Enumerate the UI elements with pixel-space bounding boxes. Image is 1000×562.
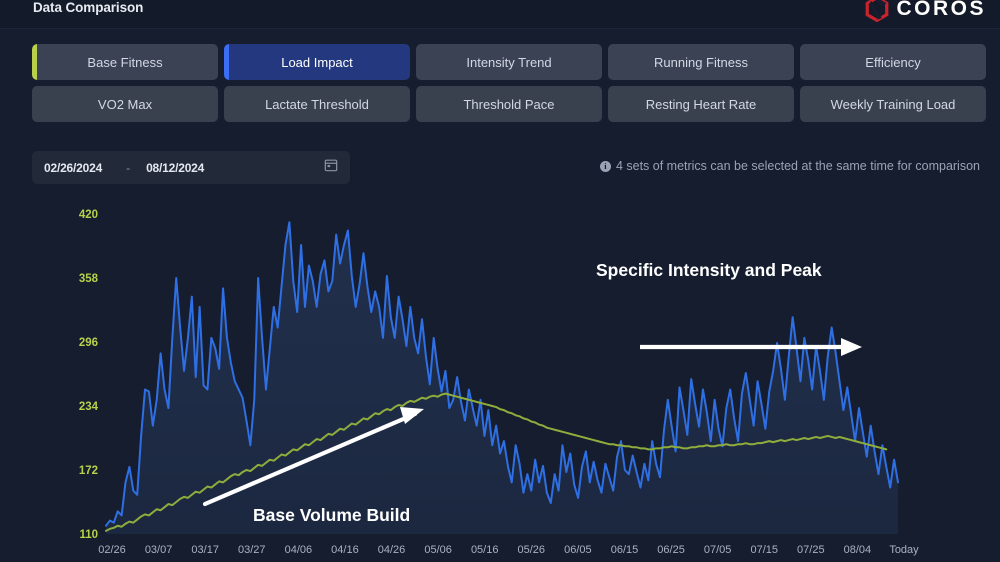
y-axis-ticks: 420 358 296 234 172 110 — [79, 209, 99, 541]
x-axis-tick: 05/16 — [471, 544, 499, 556]
metric-button-running-fitness[interactable]: Running Fitness — [608, 44, 794, 80]
app-header: Data Comparison COROS — [0, 0, 1000, 29]
metric-button-weekly-training-load[interactable]: Weekly Training Load — [800, 86, 986, 122]
x-axis-tick: 06/15 — [611, 544, 639, 556]
y-axis-tick: 296 — [79, 337, 98, 349]
selection-hint: i 4 sets of metrics can be selected at t… — [599, 159, 980, 173]
x-axis-tick: 06/05 — [564, 544, 592, 556]
page-title: Data Comparison — [33, 0, 144, 15]
metric-button-efficiency[interactable]: Efficiency — [800, 44, 986, 80]
metric-label: Running Fitness — [654, 54, 748, 70]
metric-label: Weekly Training Load — [830, 96, 956, 112]
brand-logo: COROS — [864, 0, 986, 22]
x-axis-tick: 08/04 — [844, 544, 872, 556]
x-axis-tick: 07/05 — [704, 544, 732, 556]
x-axis-tick: 02/26 — [98, 544, 126, 556]
y-axis-tick: 110 — [79, 529, 98, 541]
brand-name: COROS — [896, 0, 986, 20]
x-axis-tick: Today — [889, 544, 919, 556]
date-and-hint-row: 02/26/2024 - 08/12/2024 i 4 sets of metr… — [32, 151, 980, 184]
metric-button-intensity-trend[interactable]: Intensity Trend — [416, 44, 602, 80]
metric-label: Lactate Threshold — [265, 96, 369, 112]
metric-selector-grid: Base Fitness Load Impact Intensity Trend… — [32, 44, 988, 122]
metric-button-load-impact[interactable]: Load Impact — [224, 44, 410, 80]
y-axis-tick: 172 — [79, 465, 98, 477]
comparison-chart[interactable]: 420 358 296 234 172 110 02/26 03/07 03/17 03/27 0… — [0, 196, 1000, 562]
date-separator: - — [126, 160, 131, 175]
x-axis-tick: 04/16 — [331, 544, 359, 556]
x-axis-tick: 03/07 — [145, 544, 173, 556]
x-axis-tick: 05/06 — [424, 544, 452, 556]
metric-button-lactate-threshold[interactable]: Lactate Threshold — [224, 86, 410, 122]
accent-bar — [224, 44, 229, 80]
coros-hexagon-icon — [866, 0, 889, 22]
metric-label: Base Fitness — [87, 54, 163, 70]
metric-button-vo2-max[interactable]: VO2 Max — [32, 86, 218, 122]
x-axis-ticks: 02/26 03/07 03/17 03/27 04/06 04/16 04/26 05/06… — [98, 544, 919, 556]
date-start-value[interactable]: 02/26/2024 — [44, 161, 102, 175]
annotation-label: Base Volume Build — [253, 505, 410, 525]
x-axis-tick: 07/25 — [797, 544, 825, 556]
x-axis-tick: 03/17 — [191, 544, 219, 556]
metric-label: Efficiency — [865, 54, 921, 70]
annotation-label: Specific Intensity and Peak — [596, 260, 822, 280]
accent-bar — [32, 44, 37, 80]
metric-label: Resting Heart Rate — [645, 96, 757, 112]
info-icon: i — [599, 160, 611, 172]
metric-label: Threshold Pace — [463, 96, 555, 112]
calendar-icon[interactable] — [324, 158, 338, 177]
x-axis-tick: 04/26 — [378, 544, 406, 556]
y-axis-tick: 420 — [79, 209, 98, 221]
metric-label: Load Impact — [281, 54, 353, 70]
metric-button-threshold-pace[interactable]: Threshold Pace — [416, 86, 602, 122]
x-axis-tick: 06/25 — [657, 544, 685, 556]
y-axis-tick: 358 — [79, 273, 99, 285]
header-divider — [0, 28, 1000, 29]
metric-button-resting-heart-rate[interactable]: Resting Heart Rate — [608, 86, 794, 122]
x-axis-tick: 03/27 — [238, 544, 266, 556]
date-range-picker[interactable]: 02/26/2024 - 08/12/2024 — [32, 151, 350, 184]
x-axis-tick: 07/15 — [750, 544, 778, 556]
x-axis-tick: 04/06 — [285, 544, 313, 556]
chart-canvas[interactable]: 420358296234172110 02/26 03/07 03/17 03/27 0… — [0, 196, 1000, 562]
hint-text: 4 sets of metrics can be selected at the… — [615, 159, 980, 173]
metric-label: Intensity Trend — [466, 54, 552, 70]
metric-button-base-fitness[interactable]: Base Fitness — [32, 44, 218, 80]
annotation-specific-intensity-peak: Specific Intensity and Peak — [596, 260, 862, 356]
y-axis-tick: 234 — [79, 401, 99, 413]
date-end-value[interactable]: 08/12/2024 — [146, 161, 204, 175]
x-axis-tick: 05/26 — [518, 544, 546, 556]
metric-label: VO2 Max — [97, 96, 153, 112]
